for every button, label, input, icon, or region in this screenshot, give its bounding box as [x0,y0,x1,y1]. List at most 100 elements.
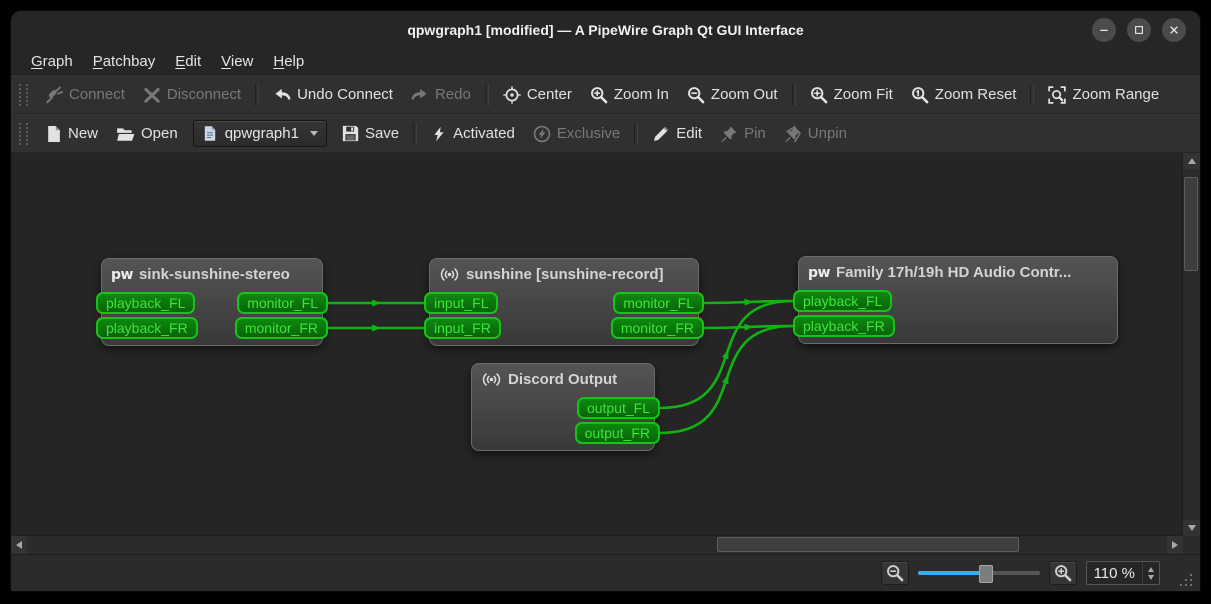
toolbar-button-zoom-in[interactable]: Zoom In [581,82,678,108]
window-controls [1092,18,1186,42]
toolbar-button-open[interactable]: Open [107,121,187,147]
toolbar-button-unpin[interactable]: Unpin [775,121,856,147]
zoom-range-icon [1048,86,1066,104]
scroll-right-button[interactable] [1167,536,1183,554]
horizontal-scroll-thumb[interactable] [717,537,1019,552]
node-family[interactable]: pwFamily 17h/19h HD Audio Contr...playba… [798,256,1118,344]
open-icon [116,125,135,143]
port-output-fl[interactable]: output_FL [577,397,660,419]
close-button[interactable] [1162,18,1186,42]
undo-icon [273,86,291,104]
pipewire-icon: pw [111,267,133,283]
arrow-right-icon [1172,541,1178,549]
scrollbar-corner [1183,536,1200,554]
maximize-icon [1133,24,1145,36]
zoom-value: 110 % [1087,562,1142,584]
toolbar-button-pin[interactable]: Pin [711,121,775,147]
toolbar-button-zoom-out[interactable]: Zoom Out [678,82,787,108]
node-header: pw Family 17h/19h HD Audio Contr... [799,257,1117,281]
spin-down-icon[interactable] [1148,575,1154,580]
status-bar: 110 % [11,554,1200,591]
toolbar-button-zoom-fit[interactable]: Zoom Fit [801,82,902,108]
toolbar-button-new[interactable]: New [36,121,107,147]
toolbar-button-disconnect[interactable]: Disconnect [134,82,250,108]
pipewire-icon: pw [808,265,830,281]
node-title: sunshine [sunshine-record] [466,266,664,283]
port-playback-fr[interactable]: playback_FR [793,315,895,337]
maximize-button[interactable] [1127,18,1151,42]
zoom-in-icon [590,86,608,104]
node-discord[interactable]: Discord Outputoutput_FLoutput_FR [471,363,655,451]
node-sink[interactable]: pwsink-sunshine-stereoplayback_FLplaybac… [101,258,323,346]
port-input-fl[interactable]: input_FL [424,292,498,314]
menu-graph[interactable]: Graph [21,51,83,72]
toolbar-button-center[interactable]: Center [494,82,581,108]
toolbar-button-undo-connect[interactable]: Undo Connect [264,82,402,108]
graph-canvas[interactable]: pwsink-sunshine-stereoplayback_FLplaybac… [11,153,1200,554]
app-window: qpwgraph1 [modified] — A PipeWire Graph … [10,10,1201,592]
horizontal-scrollbar[interactable] [11,535,1183,554]
spin-up-icon[interactable] [1148,567,1154,572]
port-playback-fl[interactable]: playback_FL [96,292,195,314]
node-sunshine[interactable]: sunshine [sunshine-record]input_FLinput_… [429,258,699,346]
spinbox-arrows[interactable] [1142,562,1159,584]
new-icon [45,125,62,143]
minimize-icon [1098,24,1110,36]
zoom-spinbox[interactable]: 110 % [1086,561,1160,585]
zoom-in-button[interactable] [1049,561,1077,585]
toolbar-label: Unpin [808,125,847,142]
port-monitor-fl[interactable]: monitor_FL [237,292,328,314]
unpin-icon [784,125,802,143]
scroll-left-button[interactable] [11,536,27,554]
zoom-slider[interactable] [918,565,1040,581]
menu-view[interactable]: View [211,51,263,72]
port-monitor-fl[interactable]: monitor_FL [613,292,704,314]
minimize-button[interactable] [1092,18,1116,42]
toolbar-button-connect[interactable]: Connect [36,82,134,108]
slider-handle[interactable] [979,565,993,583]
menu-edit[interactable]: Edit [165,51,211,72]
menu-help[interactable]: Help [263,51,314,72]
edit-icon [652,125,670,143]
toolbar-button-zoom-reset[interactable]: Zoom Reset [902,82,1026,108]
toolbar-button-redo[interactable]: Redo [402,82,480,108]
patchbay-selector-combo[interactable]: qpwgraph1 [193,120,327,147]
toolbar-button-edit[interactable]: Edit [643,121,711,147]
scroll-down-button[interactable] [1183,520,1200,536]
menu-patchbay[interactable]: Patchbay [83,51,166,72]
port-monitor-fr[interactable]: monitor_FR [611,317,704,339]
toolbar-label: Edit [676,125,702,142]
toolbar-button-activated[interactable]: Activated [422,121,524,147]
title-bar[interactable]: qpwgraph1 [modified] — A PipeWire Graph … [11,11,1200,49]
node-title: Family 17h/19h HD Audio Contr... [836,264,1071,281]
toolbar-button-exclusive[interactable]: Exclusive [524,121,629,147]
toolbar-label: Zoom Range [1072,86,1159,103]
port-input-fr[interactable]: input_FR [424,317,501,339]
toolbar-drag-handle[interactable] [19,123,28,145]
patchbay-file-icon [202,125,218,142]
zoom-out-button[interactable] [881,561,909,585]
toolbar-label: Save [365,125,399,142]
node-header: sunshine [sunshine-record] [430,259,698,283]
zoom-in-icon [1054,564,1072,582]
toolbar-drag-handle[interactable] [19,84,28,106]
vertical-scrollbar[interactable] [1182,153,1200,536]
port-playback-fr[interactable]: playback_FR [96,317,198,339]
port-playback-fl[interactable]: playback_FL [793,290,892,312]
toolbar-label: Undo Connect [297,86,393,103]
toolbar-label: New [68,125,98,142]
connections-layer [11,153,1200,554]
arrow-left-icon [16,541,22,549]
toolbar-button-save[interactable]: Save [333,121,408,146]
broadcast-icon [439,266,460,283]
port-monitor-fr[interactable]: monitor_FR [235,317,328,339]
resize-grip[interactable] [1180,572,1194,586]
port-output-fr[interactable]: output_FR [575,422,660,444]
scroll-up-button[interactable] [1183,153,1200,169]
toolbar-separator [485,84,489,106]
vertical-scroll-thumb[interactable] [1184,177,1198,271]
toolbar-button-zoom-range[interactable]: Zoom Range [1039,82,1168,108]
menu-bar: GraphPatchbayEditViewHelp [11,49,1200,75]
toolbar-separator [634,123,638,145]
zoom-fit-icon [810,86,828,104]
